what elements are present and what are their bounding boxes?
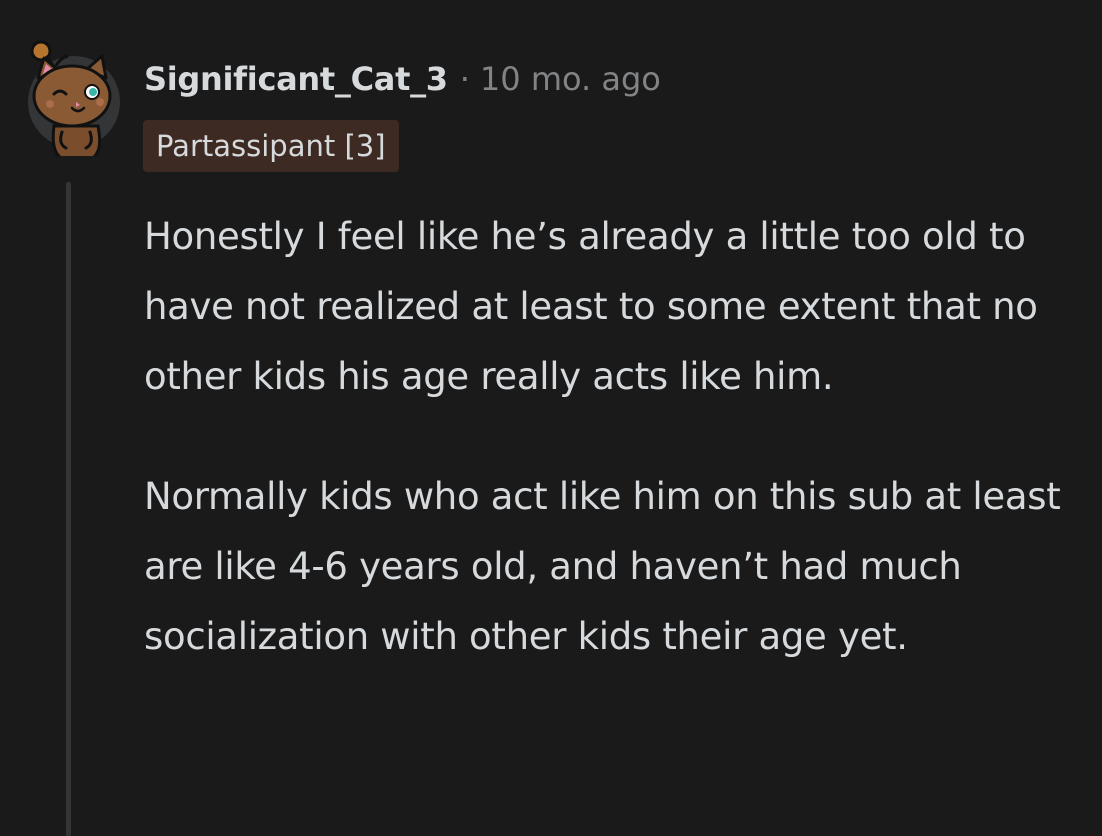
user-flair-badge: Partassipant [3] [143, 120, 399, 172]
user-avatar[interactable] [26, 36, 126, 162]
comment-paragraph: Honestly I feel like he’s already a litt… [144, 215, 1038, 398]
comment-body: Honestly I feel like he’s already a litt… [144, 202, 1074, 672]
comment-paragraph: Normally kids who act like him on this s… [144, 475, 1061, 658]
thread-collapse-line[interactable] [66, 182, 71, 836]
comment-timestamp[interactable]: 10 mo. ago [480, 60, 661, 98]
comment: Significant_Cat_3 · 10 mo. ago Partassip… [0, 0, 1102, 836]
meta-separator: · [459, 60, 470, 98]
username-link[interactable]: Significant_Cat_3 [144, 60, 448, 98]
comment-header: Significant_Cat_3 · 10 mo. ago [144, 56, 661, 102]
cat-snoo-avatar-icon [28, 40, 120, 162]
